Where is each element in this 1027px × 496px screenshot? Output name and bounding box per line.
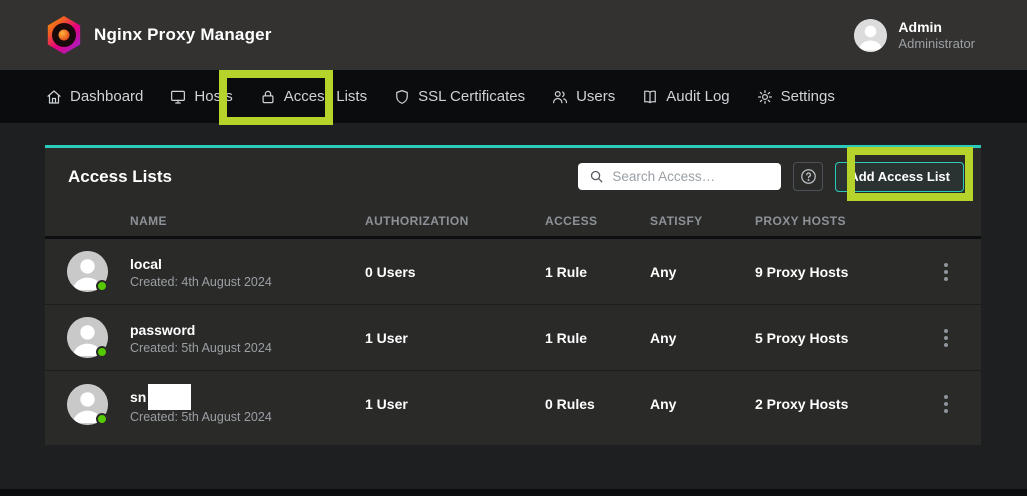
table-row[interactable]: sn Created: 5th August 2024 1 User 0 Rul… — [45, 371, 981, 437]
proxy-hosts-value: 2 Proxy Hosts — [755, 396, 911, 412]
home-icon — [45, 88, 63, 106]
nav-label: Access Lists — [284, 88, 367, 105]
nav-item-audit-log[interactable]: Audit Log — [641, 88, 729, 106]
created-date: Created: 5th August 2024 — [130, 410, 365, 424]
card-actions: Add Access List — [578, 162, 964, 192]
user-menu[interactable]: Admin Administrator — [854, 19, 975, 52]
name-cell: sn Created: 5th August 2024 — [130, 384, 365, 424]
column-header-authorization: AUTHORIZATION — [365, 214, 545, 228]
nav-label: SSL Certificates — [418, 88, 525, 105]
page-content: Access Lists Add Access List — [0, 123, 1027, 489]
column-header-access: ACCESS — [545, 214, 650, 228]
users-icon — [551, 88, 569, 106]
help-button[interactable] — [793, 162, 823, 191]
search-input[interactable] — [612, 169, 762, 184]
authorization-value: 1 User — [365, 396, 545, 412]
status-dot — [96, 413, 108, 425]
satisfy-value: Any — [650, 330, 755, 346]
person-icon — [854, 19, 887, 52]
access-value: 1 Rule — [545, 264, 650, 280]
row-menu-button[interactable] — [938, 325, 954, 351]
table-row[interactable]: local Created: 4th August 2024 0 Users 1… — [45, 239, 981, 305]
name-cell: local Created: 4th August 2024 — [130, 254, 365, 288]
help-circle-icon — [799, 167, 818, 186]
row-menu-button[interactable] — [938, 259, 954, 285]
top-bar: Nginx Proxy Manager Admin Administrator — [0, 0, 1027, 70]
status-dot — [96, 280, 108, 292]
app-window: Nginx Proxy Manager Admin Administrator … — [0, 0, 1027, 496]
book-icon — [641, 88, 659, 106]
brand: Nginx Proxy Manager — [46, 16, 272, 54]
user-name: Admin — [898, 19, 975, 36]
gear-icon — [756, 88, 774, 106]
nav-label: Hosts — [194, 88, 232, 105]
authorization-value: 0 Users — [365, 264, 545, 280]
access-list-name: password — [130, 320, 365, 340]
proxy-hosts-value: 9 Proxy Hosts — [755, 264, 911, 280]
table-header-row: NAME AUTHORIZATION ACCESS SATISFY PROXY … — [45, 205, 981, 239]
user-avatar — [854, 19, 887, 52]
row-avatar-cell — [67, 384, 108, 425]
authorization-value: 1 User — [365, 330, 545, 346]
table-row[interactable]: password Created: 5th August 2024 1 User… — [45, 305, 981, 371]
column-header-satisfy: SATISFY — [650, 214, 755, 228]
lock-icon — [259, 88, 277, 106]
status-dot — [96, 346, 108, 358]
access-value: 0 Rules — [545, 396, 650, 412]
search-box — [578, 163, 781, 190]
satisfy-value: Any — [650, 396, 755, 412]
card-header: Access Lists Add Access List — [45, 148, 981, 205]
row-menu-button[interactable] — [938, 391, 954, 417]
app-logo-icon — [46, 16, 82, 54]
access-list-name: local — [130, 254, 365, 274]
column-header-proxy-hosts: PROXY HOSTS — [755, 214, 911, 228]
shield-icon — [393, 88, 411, 106]
add-access-list-button[interactable]: Add Access List — [835, 162, 964, 192]
row-avatar-cell — [67, 251, 108, 292]
nav-label: Audit Log — [666, 88, 729, 105]
monitor-icon — [169, 88, 187, 106]
access-list-name: sn — [130, 384, 365, 410]
nav-item-hosts[interactable]: Hosts — [169, 88, 232, 106]
nav-label: Users — [576, 88, 615, 105]
bottom-strip — [0, 489, 1027, 496]
user-text: Admin Administrator — [898, 19, 975, 51]
created-date: Created: 5th August 2024 — [130, 341, 365, 355]
proxy-hosts-value: 5 Proxy Hosts — [755, 330, 911, 346]
nav-item-ssl-certificates[interactable]: SSL Certificates — [393, 88, 525, 106]
access-value: 1 Rule — [545, 330, 650, 346]
nav-item-dashboard[interactable]: Dashboard — [45, 88, 143, 106]
search-icon — [589, 169, 604, 184]
page-title: Access Lists — [68, 167, 172, 187]
access-lists-card: Access Lists Add Access List — [45, 145, 981, 445]
nav-item-settings[interactable]: Settings — [756, 88, 835, 106]
satisfy-value: Any — [650, 264, 755, 280]
redaction-box — [148, 384, 191, 410]
user-role: Administrator — [898, 36, 975, 52]
main-nav: Dashboard Hosts Access Lists SSL Certifi… — [0, 70, 1027, 123]
nav-label: Settings — [781, 88, 835, 105]
name-cell: password Created: 5th August 2024 — [130, 320, 365, 354]
row-avatar-cell — [67, 317, 108, 358]
nav-item-access-lists[interactable]: Access Lists — [259, 88, 367, 106]
column-header-name: NAME — [130, 214, 365, 228]
nav-item-users[interactable]: Users — [551, 88, 615, 106]
nav-label: Dashboard — [70, 88, 143, 105]
app-title: Nginx Proxy Manager — [94, 25, 272, 45]
created-date: Created: 4th August 2024 — [130, 275, 365, 289]
